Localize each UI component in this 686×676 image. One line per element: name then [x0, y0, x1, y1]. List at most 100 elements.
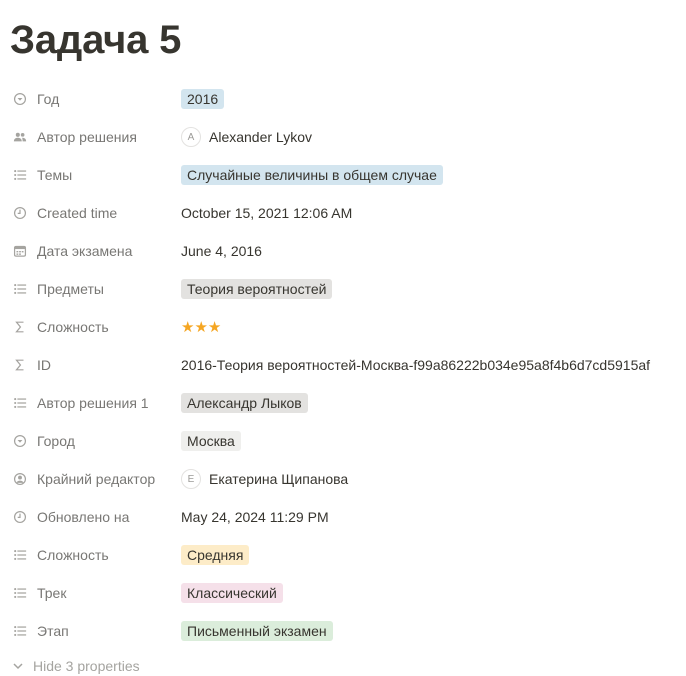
page-title[interactable]: Задача 5	[10, 14, 181, 66]
property-label-button[interactable]: Сложность	[10, 308, 175, 346]
property-value[interactable]: E Екатерина Щипанова	[181, 460, 686, 498]
clock-icon	[12, 205, 28, 221]
tag[interactable]: Москва	[181, 431, 241, 451]
property-row: ID 2016-Теория вероятностей-Москва-f99a86…	[0, 346, 686, 384]
property-value[interactable]: Письменный экзамен	[181, 612, 686, 650]
tag[interactable]: Случайные величины в общем случае	[181, 165, 443, 185]
list-icon	[12, 547, 28, 563]
person-chip[interactable]: E Екатерина Щипанова	[181, 469, 348, 489]
tag[interactable]: Теория вероятностей	[181, 279, 333, 299]
property-text: May 24, 2024 11:29 PM	[181, 509, 329, 525]
property-row: Темы Случайные величины в общем случае	[0, 156, 686, 194]
calendar-icon	[12, 243, 28, 259]
hide-properties-button[interactable]: Hide 3 properties	[12, 656, 140, 676]
avatar: A	[181, 127, 201, 147]
property-value[interactable]: May 24, 2024 11:29 PM	[181, 498, 686, 536]
list-icon	[12, 585, 28, 601]
people-icon	[12, 129, 28, 145]
property-label-button[interactable]: Обновлено на	[10, 498, 175, 536]
property-value[interactable]: October 15, 2021 12:06 AM	[181, 194, 686, 232]
list-icon	[12, 395, 28, 411]
property-label-button[interactable]: Трек	[10, 574, 175, 612]
property-row: Обновлено на May 24, 2024 11:29 PM	[0, 498, 686, 536]
sigma-icon	[12, 357, 28, 373]
property-label-button[interactable]: Автор решения	[10, 118, 175, 156]
property-row: Автор решения 1 Александр Лыков	[0, 384, 686, 422]
property-value[interactable]: Средняя	[181, 536, 686, 574]
person-circle-icon	[12, 471, 28, 487]
property-row: Год 2016	[0, 80, 686, 118]
property-label: Дата экзамена	[37, 243, 133, 259]
property-label: Автор решения	[37, 129, 137, 145]
avatar: E	[181, 469, 201, 489]
property-label: ID	[37, 357, 51, 373]
property-label: Трек	[37, 585, 67, 601]
property-value[interactable]: Москва	[181, 422, 686, 460]
property-label-button[interactable]: Предметы	[10, 270, 175, 308]
property-row: Этап Письменный экзамен	[0, 612, 686, 650]
property-value[interactable]: Классический	[181, 574, 686, 612]
select-icon	[12, 433, 28, 449]
property-value[interactable]: 2016-Теория вероятностей-Москва-f99a8622…	[181, 346, 686, 384]
property-row: Трек Классический	[0, 574, 686, 612]
property-label: Created time	[37, 205, 118, 221]
person-name: Alexander Lykov	[209, 129, 312, 145]
property-row: Крайний редактор E Екатерина Щипанова	[0, 460, 686, 498]
property-label: Темы	[37, 167, 73, 183]
property-label: Обновлено на	[37, 509, 130, 525]
tag[interactable]: Александр Лыков	[181, 393, 308, 413]
property-text: June 4, 2016	[181, 243, 262, 259]
property-label: Сложность	[37, 547, 109, 563]
property-label-button[interactable]: Темы	[10, 156, 175, 194]
property-label: Автор решения 1	[37, 395, 149, 411]
list-icon	[12, 167, 28, 183]
property-value[interactable]: 2016	[181, 80, 686, 118]
property-row: Предметы Теория вероятностей	[0, 270, 686, 308]
property-label-button[interactable]: Дата экзамена	[10, 232, 175, 270]
property-text: 2016-Теория вероятностей-Москва-f99a8622…	[181, 357, 651, 373]
select-icon	[12, 91, 28, 107]
sigma-icon	[12, 319, 28, 335]
tag[interactable]: Классический	[181, 583, 283, 603]
person-name: Екатерина Щипанова	[209, 471, 349, 487]
property-value[interactable]: Теория вероятностей	[181, 270, 686, 308]
property-value[interactable]: ★★★	[181, 308, 686, 346]
list-icon	[12, 281, 28, 297]
property-value[interactable]: A Alexander Lykov	[181, 118, 686, 156]
property-label-button[interactable]: Этап	[10, 612, 175, 650]
property-label-button[interactable]: Автор решения 1	[10, 384, 175, 422]
property-label: Предметы	[37, 281, 104, 297]
property-label-button[interactable]: Год	[10, 80, 175, 118]
property-row: Дата экзамена June 4, 2016	[0, 232, 686, 270]
property-row: Сложность ★★★	[0, 308, 686, 346]
tag[interactable]: Письменный экзамен	[181, 621, 333, 641]
property-text: October 15, 2021 12:06 AM	[181, 205, 353, 221]
property-label-button[interactable]: Город	[10, 422, 175, 460]
property-row: Сложность Средняя	[0, 536, 686, 574]
property-value[interactable]: Случайные величины в общем случае	[181, 156, 686, 194]
property-label-button[interactable]: Сложность	[10, 536, 175, 574]
property-label: Город	[37, 433, 75, 449]
person-chip[interactable]: A Alexander Lykov	[181, 127, 312, 147]
property-label: Крайний редактор	[37, 471, 156, 487]
property-row: Автор решения A Alexander Lykov	[0, 118, 686, 156]
property-value[interactable]: June 4, 2016	[181, 232, 686, 270]
property-label-button[interactable]: ID	[10, 346, 175, 384]
property-row: Created time October 15, 2021 12:06 AM	[0, 194, 686, 232]
clock-icon	[12, 509, 28, 525]
properties-list: Год 2016 Автор решения A Alexander Lykov Темы…	[0, 80, 686, 650]
property-label: Сложность	[37, 319, 109, 335]
property-row: Город Москва	[0, 422, 686, 460]
tag[interactable]: 2016	[181, 89, 225, 109]
property-label: Этап	[37, 623, 69, 639]
page: Задача 5 Год 2016 Автор решения A Alexander …	[0, 0, 686, 674]
property-label: Год	[37, 91, 60, 107]
property-value[interactable]: Александр Лыков	[181, 384, 686, 422]
property-label-button[interactable]: Крайний редактор	[10, 460, 175, 498]
tag[interactable]: Средняя	[181, 545, 250, 565]
list-icon	[12, 623, 28, 639]
hide-properties-label: Hide 3 properties	[33, 658, 140, 674]
property-label-button[interactable]: Created time	[10, 194, 175, 232]
rating-stars: ★★★	[181, 319, 222, 336]
chevron-down-icon	[13, 663, 23, 670]
